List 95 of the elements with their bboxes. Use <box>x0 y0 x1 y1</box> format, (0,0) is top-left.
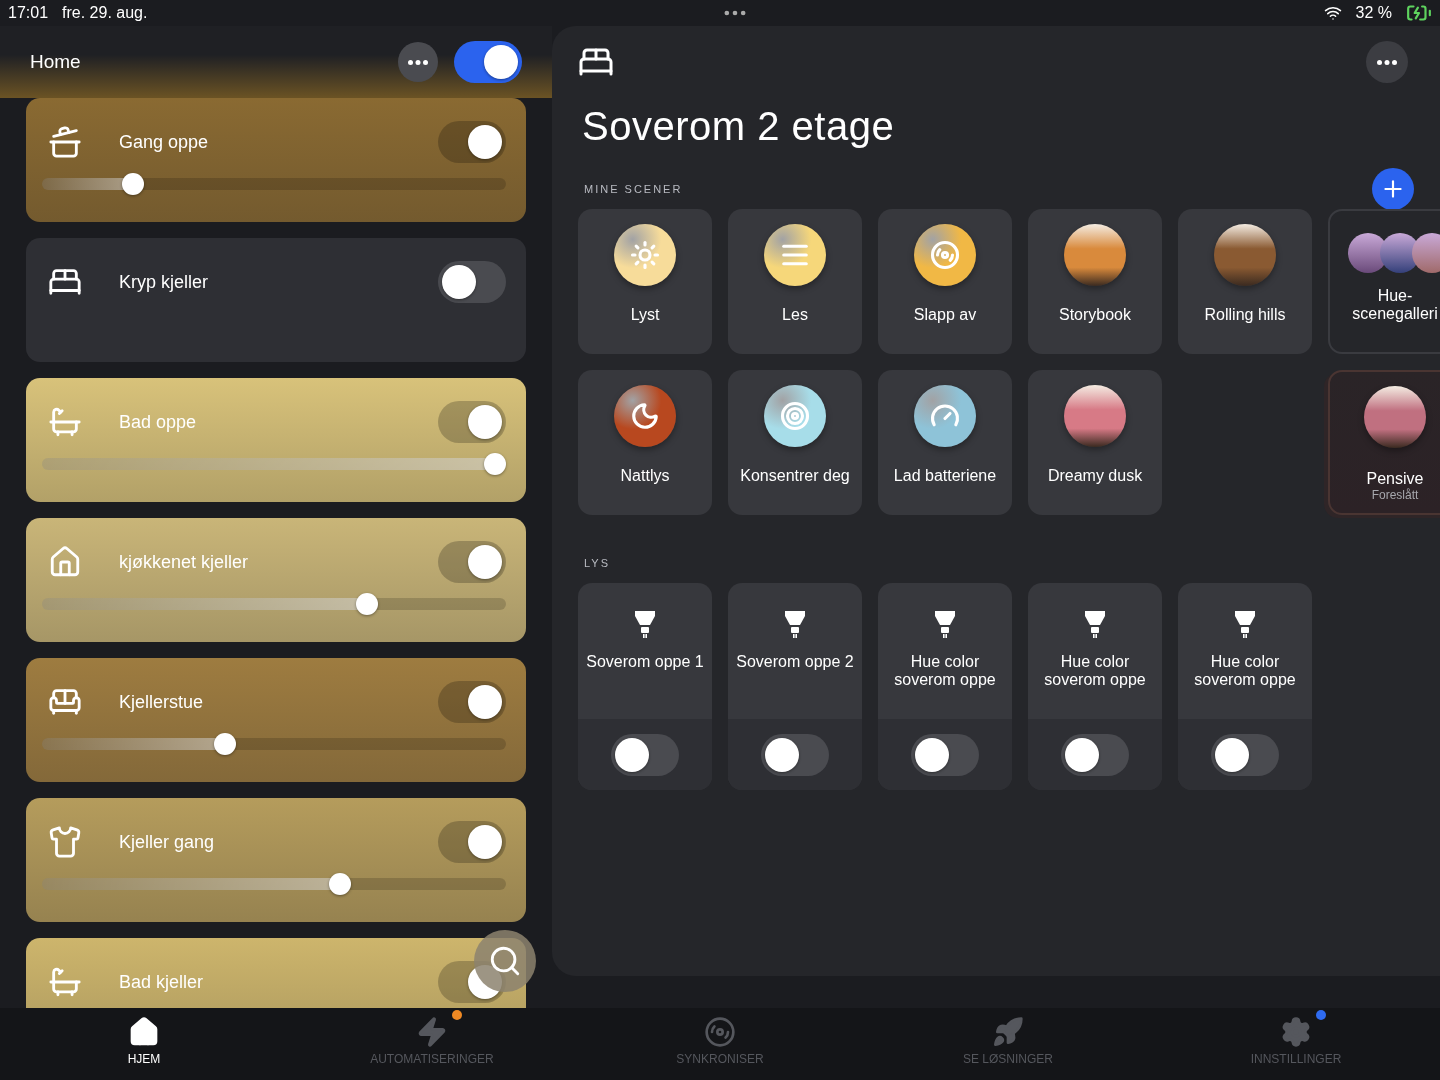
more-icon <box>1377 59 1397 65</box>
spotlight-bulb-icon <box>1083 609 1107 639</box>
scene-name: Konsentrer deg <box>740 467 850 485</box>
light-name: Hue color soverom oppe <box>1043 653 1147 689</box>
more-icon <box>408 59 428 65</box>
scene-card[interactable]: Lad batteriene <box>878 370 1012 515</box>
toggle-switch[interactable] <box>911 733 979 776</box>
light-card[interactable]: Hue color soverom oppe <box>1178 583 1312 790</box>
toggle-switch[interactable] <box>438 121 506 163</box>
search-icon <box>488 944 522 978</box>
settings-icon <box>1280 1016 1312 1048</box>
scene-card[interactable]: Konsentrer deg <box>728 370 862 515</box>
light-card[interactable]: Soverom oppe 2 <box>728 583 862 790</box>
scene-card[interactable]: Dreamy dusk <box>1028 370 1162 515</box>
scene-name: Slapp av <box>913 306 977 324</box>
scene-name: Nattlys <box>620 467 670 485</box>
lightning-icon <box>416 1016 448 1048</box>
light-card[interactable]: Soverom oppe 1 <box>578 583 712 790</box>
room-name: Kryp kjeller <box>119 271 210 293</box>
light-name: Hue color soverom oppe <box>893 653 997 689</box>
shirt-icon <box>48 825 82 859</box>
gallery-label: Hue-scenegalleri <box>1351 287 1439 323</box>
room-name: Bad oppe <box>119 411 198 433</box>
spotlight-bulb-icon <box>933 609 957 639</box>
room-name: Bad kjeller <box>119 971 205 993</box>
toggle-switch[interactable] <box>454 41 522 83</box>
brightness-slider[interactable] <box>42 873 506 895</box>
toggle-switch[interactable] <box>438 261 506 303</box>
toggle-switch[interactable] <box>1211 733 1279 776</box>
toggle-switch[interactable] <box>438 401 506 443</box>
suggested-note: Foreslått <box>1371 488 1419 502</box>
house-icon <box>48 545 82 579</box>
scene-name: Lyst <box>630 306 660 324</box>
slider-thumb[interactable] <box>355 593 378 615</box>
brightness-slider[interactable] <box>42 453 506 475</box>
scene-card[interactable]: Rolling hills <box>1178 209 1312 354</box>
brightness-slider[interactable] <box>42 593 506 615</box>
light-card[interactable]: Hue color soverom oppe <box>1028 583 1162 790</box>
battery-percent: 32 % <box>1355 4 1392 22</box>
sync-icon <box>704 1016 736 1048</box>
rocket-icon <box>992 1016 1024 1048</box>
slider-thumb[interactable] <box>214 733 237 755</box>
more-button[interactable] <box>1366 41 1408 83</box>
toggle-switch[interactable] <box>438 821 506 863</box>
light-name: Hue color soverom oppe <box>1193 653 1297 689</box>
scene-card[interactable]: Slapp av <box>878 209 1012 354</box>
spotlight-bulb-icon <box>1233 609 1257 639</box>
more-button[interactable] <box>398 42 438 82</box>
bathtub-icon <box>48 405 82 439</box>
light-name: Soverom oppe 2 <box>736 653 854 671</box>
room-title: Soverom 2 etage <box>582 104 896 149</box>
scene-name: Rolling hills <box>1204 306 1286 324</box>
section-heading: LYS <box>584 557 610 569</box>
add-button[interactable] <box>1372 168 1414 210</box>
status-date: fre. 29. aug. <box>62 4 148 22</box>
brightness-slider[interactable] <box>42 173 506 195</box>
room-card[interactable]: Kryp kjeller <box>26 238 526 362</box>
status-time: 17:01 <box>8 4 49 22</box>
scene-name: Lad batteriene <box>893 467 997 485</box>
room-card[interactable]: Kjellerstue <box>26 658 526 782</box>
room-name: Gang oppe <box>119 131 210 153</box>
toggle-switch[interactable] <box>611 733 679 776</box>
toggle-switch[interactable] <box>1061 733 1129 776</box>
scene-name: Les <box>782 306 808 324</box>
slider-thumb[interactable] <box>121 173 144 195</box>
spotlight-bulb-icon <box>783 609 807 639</box>
scene-card[interactable]: Storybook <box>1028 209 1162 354</box>
pot-icon <box>48 125 82 159</box>
light-name: Soverom oppe 1 <box>586 653 704 671</box>
room-card[interactable]: Gang oppe <box>26 98 526 222</box>
room-name: Kjellerstue <box>119 691 205 713</box>
nav-tab[interactable]: HJEM <box>0 1008 288 1080</box>
photo-placeholder <box>1364 386 1426 448</box>
scene-card[interactable]: Nattlys <box>578 370 712 515</box>
section-heading: MINE SCENER <box>584 183 683 195</box>
toggle-switch[interactable] <box>438 681 506 723</box>
scene-card[interactable]: Lyst <box>578 209 712 354</box>
room-name: kjøkkenet kjeller <box>119 551 250 573</box>
slider-thumb[interactable] <box>329 873 352 895</box>
scene-name: Pensive <box>1366 470 1424 488</box>
brightness-slider[interactable] <box>42 733 506 755</box>
scene-name: Storybook <box>1058 306 1131 324</box>
wifi-icon <box>1323 4 1342 22</box>
room-name: Kjeller gang <box>119 831 216 853</box>
toggle-switch[interactable] <box>438 541 506 583</box>
toggle-switch[interactable] <box>761 733 829 776</box>
home-icon <box>128 1016 160 1048</box>
spotlight-bulb-icon <box>633 609 657 639</box>
scene-name: Dreamy dusk <box>1047 467 1143 485</box>
bathtub-icon <box>48 965 82 999</box>
scene-gallery-card[interactable]: Hue-scenegalleri <box>1328 209 1440 354</box>
home-title: Home <box>30 51 82 73</box>
scene-card[interactable]: Les <box>728 209 862 354</box>
slider-thumb[interactable] <box>484 453 506 475</box>
light-card[interactable]: Hue color soverom oppe <box>878 583 1012 790</box>
